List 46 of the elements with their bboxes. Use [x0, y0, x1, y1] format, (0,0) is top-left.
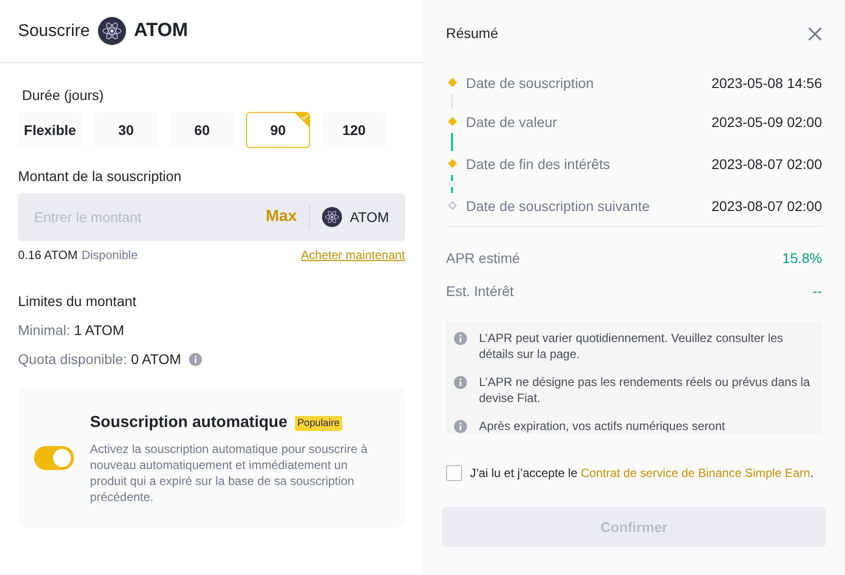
timeline-label: Date de souscription [466, 74, 594, 93]
duration-option[interactable]: 90 [246, 112, 310, 148]
close-icon[interactable] [808, 26, 822, 40]
timeline-value: 2023-08-07 02:00 [711, 155, 822, 174]
limit-value: 0 ATOM [130, 350, 182, 369]
timeline-value: 2023-08-07 02:00 [711, 197, 822, 216]
stat-value: 15.8% [782, 249, 822, 268]
amount-label: Montant de la souscription [18, 167, 182, 186]
duration-option[interactable]: Flexible [18, 112, 82, 148]
agreement-checkbox[interactable] [446, 465, 462, 481]
atom-icon [322, 207, 342, 227]
duration-option[interactable]: 30 [94, 112, 158, 148]
summary-title: Résumé [446, 24, 498, 43]
note-text: L’APR ne désigne pas les rendements réels ou prévus dans la devise Fiat. [479, 374, 811, 406]
duration-option[interactable]: 120 [322, 112, 386, 148]
atom-logo-icon [98, 17, 126, 45]
timeline-value: 2023-05-09 02:00 [711, 113, 822, 132]
duration-label: Durée (jours) [21, 86, 105, 105]
stat-label: Est. Intérêt [446, 282, 514, 301]
limits-title: Limites du montant [18, 292, 138, 311]
limit-label: Quota disponible: [18, 350, 127, 369]
auto-subscribe-title: Souscription automatique [90, 413, 288, 433]
limit-label: Minimal: [18, 321, 70, 340]
stat-value: -- [812, 282, 822, 301]
timeline-label: Date de souscription suivante [466, 197, 650, 216]
toggle-switch[interactable] [34, 446, 74, 470]
info-icon [189, 353, 202, 366]
timeline-value: 2023-05-08 14:56 [711, 74, 822, 93]
info-icon [454, 376, 467, 389]
note-text: Après expiration, vos actifs numériques seront [479, 418, 726, 434]
available-balance: 0.16 ATOM [18, 247, 78, 264]
duration-option[interactable]: 60 [170, 112, 234, 148]
stat-label: APR estimé [446, 249, 520, 268]
popular-badge: Populaire [295, 416, 342, 430]
page-title: Souscrire [18, 20, 90, 42]
agreement-text: J’ai lu et j’accepte le Contrat de service de Binance Simple Earn. [470, 465, 814, 482]
currency-label: ATOM [350, 208, 389, 226]
asset-name: ATOM [134, 18, 188, 43]
timeline-label: Date de fin des intérêts [466, 155, 610, 174]
info-icon [454, 332, 467, 345]
check-corner-icon [295, 113, 309, 127]
available-label: Disponible [82, 247, 138, 264]
note-text: L’APR peut varier quotidiennement. Veuillez consulter les détails sur la page. [479, 330, 784, 362]
timeline-label: Date de valeur [466, 113, 558, 132]
limit-value: 1 ATOM [74, 321, 124, 340]
auto-subscribe-description: Activez la souscription automatique pour souscrire à nouveau automatiquement et immédiatement un produit qui a expiré sur la base de sa souscription précédente. [90, 441, 368, 505]
